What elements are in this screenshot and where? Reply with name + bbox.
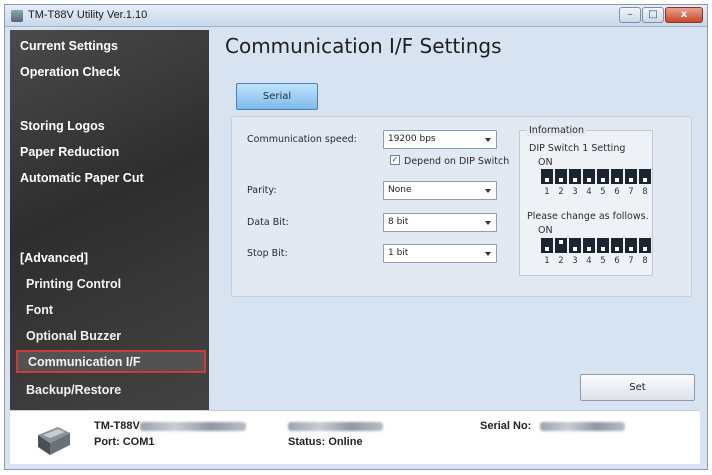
dip-switch-current: [541, 169, 651, 184]
dip-current-number-4: 4: [586, 187, 592, 197]
dip-current-number-8: 8: [642, 187, 648, 197]
dip-target-number-5: 5: [600, 256, 606, 266]
dip-target-switch-8: [639, 238, 651, 253]
printer-app-icon: [11, 10, 23, 22]
depend-on-dip-checkbox[interactable]: ✓: [390, 155, 400, 165]
dip-current-number-1: 1: [544, 187, 550, 197]
sidebar-item-font[interactable]: Font: [26, 303, 53, 317]
sidebar-item-optional-buzzer[interactable]: Optional Buzzer: [26, 329, 121, 343]
sidebar-section-advanced: [Advanced]: [20, 251, 89, 265]
sidebar-item-backup-restore[interactable]: Backup/Restore: [26, 383, 121, 397]
dip-current-switch-6: [611, 169, 623, 184]
dip-switch-target: [541, 238, 651, 253]
dip-current-switch-7: [625, 169, 637, 184]
sidebar-item-current-settings[interactable]: Current Settings: [20, 39, 118, 53]
communication-speed-label: Communication speed:: [247, 134, 357, 145]
dip-current-number-7: 7: [628, 187, 634, 197]
maximize-button[interactable]: □: [642, 7, 664, 23]
dip-target-number-3: 3: [572, 256, 578, 266]
dip-numbers-target: 12345678: [541, 256, 651, 266]
close-button[interactable]: x: [665, 7, 703, 23]
sidebar-item-printing-control[interactable]: Printing Control: [26, 277, 121, 291]
dip-target-switch-4: [583, 238, 595, 253]
data-bit-select[interactable]: 8 bit: [383, 213, 497, 232]
dip-target-switch-3: [569, 238, 581, 253]
printer-icon: [38, 427, 70, 455]
chevron-down-icon: [485, 252, 491, 256]
port-status: Port: COM1: [94, 436, 155, 448]
dip-current-switch-1: [541, 169, 553, 184]
dip-on-label-target: ON: [538, 225, 553, 236]
stop-bit-label: Stop Bit:: [247, 248, 288, 259]
dip-current-switch-5: [597, 169, 609, 184]
dip-numbers-current: 12345678: [541, 187, 651, 197]
stop-bit-value: 1 bit: [388, 248, 409, 258]
depend-on-dip-label: Depend on DIP Switch: [404, 156, 510, 167]
serial-number-label: Serial No:: [480, 420, 532, 432]
dip-target-number-6: 6: [614, 256, 620, 266]
dip-target-switch-6: [611, 238, 623, 253]
redacted-model-info: [140, 422, 246, 431]
dip-target-switch-7: [625, 238, 637, 253]
page-title: Communication I/F Settings: [225, 34, 502, 58]
chevron-down-icon: [485, 189, 491, 193]
dip-target-number-4: 4: [586, 256, 592, 266]
chevron-down-icon: [485, 138, 491, 142]
chevron-down-icon: [485, 221, 491, 225]
window-controls: – □ x: [619, 7, 703, 23]
dip-current-switch-4: [583, 169, 595, 184]
parity-value: None: [388, 185, 412, 195]
dip-current-number-2: 2: [558, 187, 564, 197]
sidebar-item-communication-if[interactable]: Communication I/F: [16, 350, 206, 373]
communication-speed-select[interactable]: 19200 bps: [383, 130, 497, 149]
title-bar: TM-T88V Utility Ver.1.10 – □ x: [5, 5, 707, 27]
dip-current-number-5: 5: [600, 187, 606, 197]
dip-current-switch-3: [569, 169, 581, 184]
status-footer: TM-T88V Port: COM1 Status: Online Serial…: [10, 410, 700, 464]
dip-target-switch-2: [555, 238, 567, 253]
redacted-firmware-info: [288, 422, 383, 431]
connection-status: Status: Online: [288, 436, 363, 448]
data-bit-label: Data Bit:: [247, 217, 289, 228]
sidebar-item-paper-reduction[interactable]: Paper Reduction: [20, 145, 119, 159]
dip-current-switch-8: [639, 169, 651, 184]
set-button[interactable]: Set: [580, 374, 695, 401]
dip-target-number-1: 1: [544, 256, 550, 266]
dip-target-number-7: 7: [628, 256, 634, 266]
redacted-serial-number: [540, 422, 625, 431]
dip-current-number-3: 3: [572, 187, 578, 197]
printer-model: TM-T88V: [94, 420, 140, 432]
stop-bit-select[interactable]: 1 bit: [383, 244, 497, 263]
data-bit-value: 8 bit: [388, 217, 409, 227]
sidebar-item-operation-check[interactable]: Operation Check: [20, 65, 120, 79]
sidebar-item-storing-logos[interactable]: Storing Logos: [20, 119, 105, 133]
parity-select[interactable]: None: [383, 181, 497, 200]
parity-label: Parity:: [247, 185, 277, 196]
communication-speed-value: 19200 bps: [388, 134, 436, 144]
dip-target-number-8: 8: [642, 256, 648, 266]
dip-target-switch-5: [597, 238, 609, 253]
dip-current-number-6: 6: [614, 187, 620, 197]
sidebar: Current Settings Operation Check Storing…: [10, 30, 209, 410]
dip-on-label-current: ON: [538, 157, 553, 168]
dip-target-number-2: 2: [558, 256, 564, 266]
change-instruction-label: Please change as follows.: [527, 211, 649, 222]
tab-serial[interactable]: Serial: [236, 83, 318, 110]
sidebar-item-automatic-paper-cut[interactable]: Automatic Paper Cut: [20, 171, 144, 185]
dip-target-switch-1: [541, 238, 553, 253]
window-title: TM-T88V Utility Ver.1.10: [28, 9, 148, 21]
dip-current-switch-2: [555, 169, 567, 184]
minimize-button[interactable]: –: [619, 7, 641, 23]
information-heading: Information: [527, 125, 586, 136]
dip-setting-label: DIP Switch 1 Setting: [529, 143, 626, 154]
